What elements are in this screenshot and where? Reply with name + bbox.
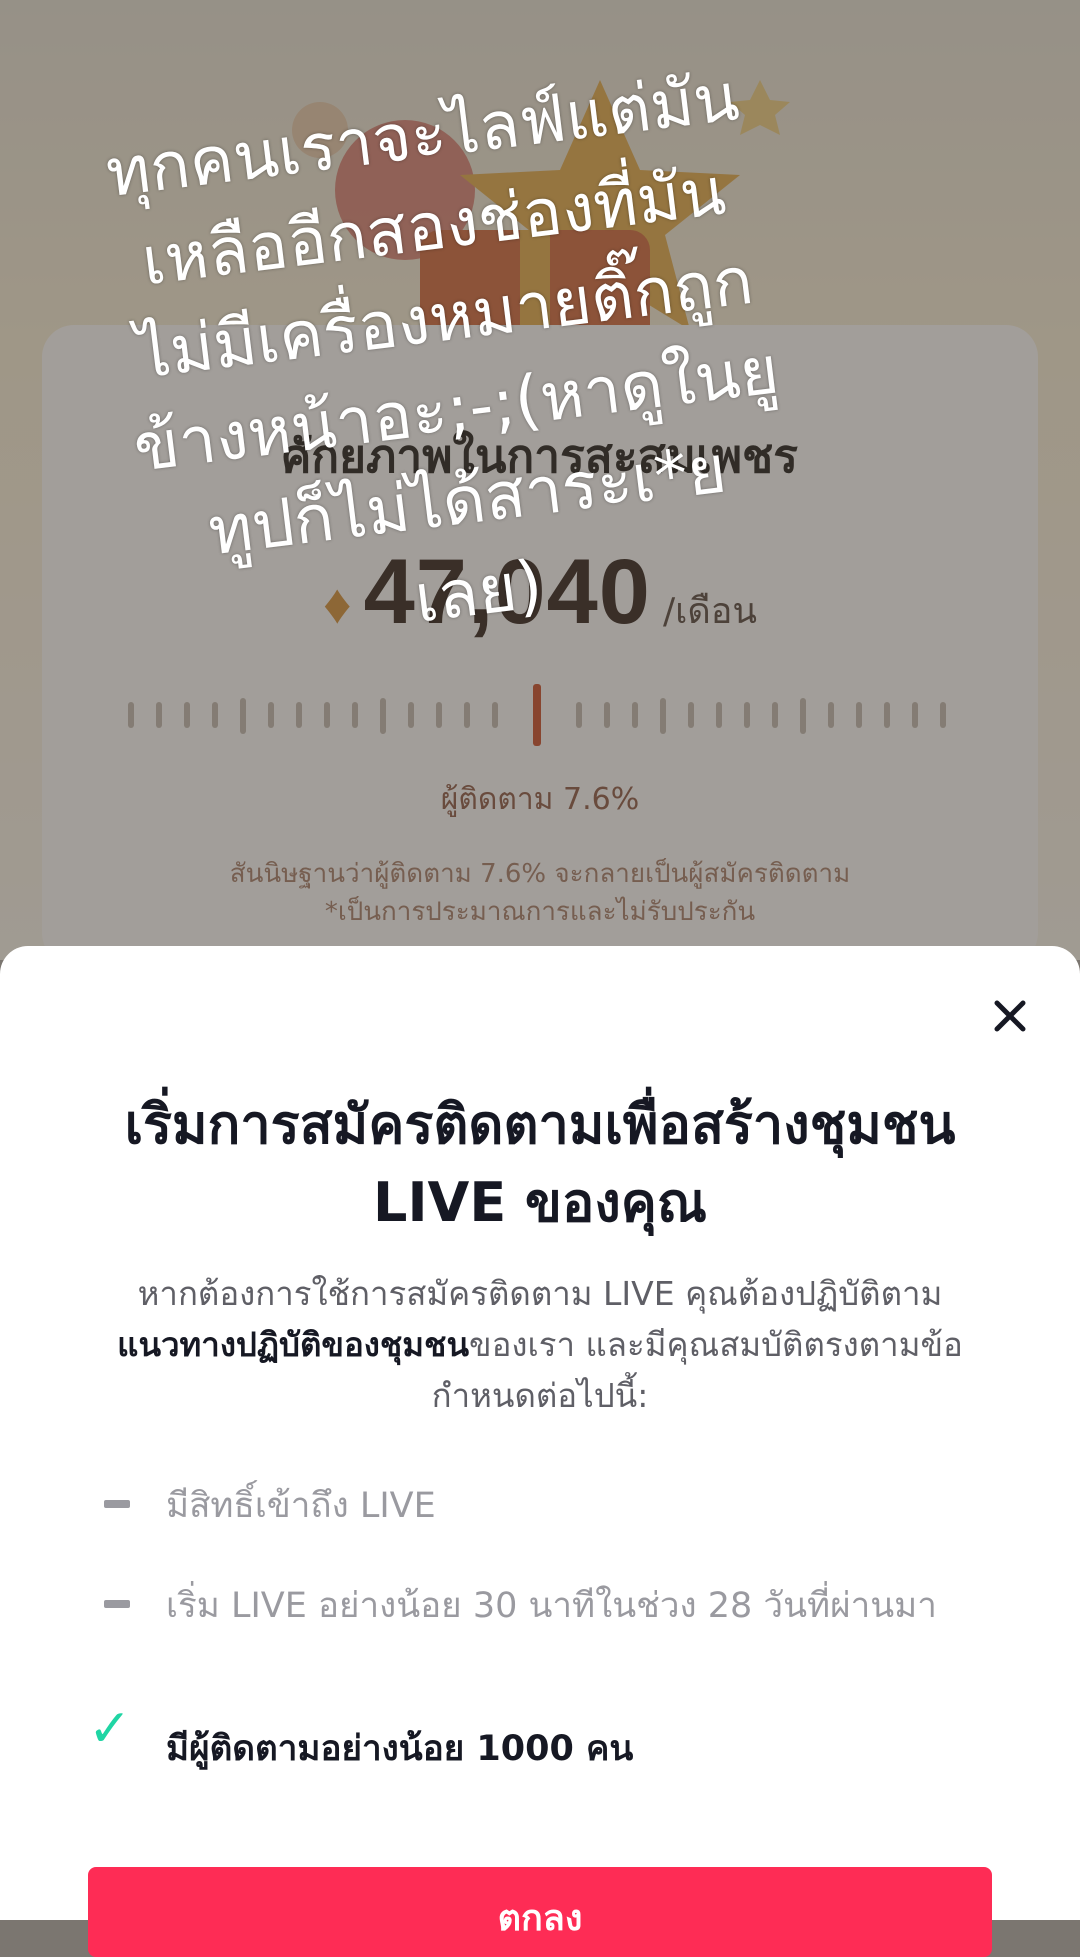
close-icon (994, 1000, 1026, 1032)
requirement-text: มีผู้ติดตามอย่างน้อย 1000 คน (166, 1729, 634, 1769)
unmet-dash-icon (104, 1500, 130, 1508)
check-icon: ✓ (88, 1699, 132, 1759)
unmet-dash-icon (104, 1600, 130, 1608)
requirement-item: เริ่ม LIVE อย่างน้อย 30 นาทีในช่วง 28 วั… (88, 1580, 988, 1632)
requirement-text: มีสิทธิ์เข้าถึง LIVE (166, 1486, 436, 1526)
description-text: ของเรา และมีคุณสมบัติตรงตามข้อกำหนดต่อไป… (431, 1325, 963, 1415)
community-guidelines-link[interactable]: แนวทางปฏิบัติของชุมชน (117, 1325, 469, 1364)
requirement-text: เริ่ม LIVE อย่างน้อย 30 นาทีในช่วง 28 วั… (166, 1586, 937, 1626)
sheet-title: เริ่มการสมัครติดตามเพื่อสร้างชุมชน LIVE … (124, 1093, 956, 1234)
description-text: หากต้องการใช้การสมัครติดตาม LIVE คุณต้อง… (137, 1274, 943, 1313)
requirement-item: ✓ มีผู้ติดตามอย่างน้อย 1000 คน (88, 1703, 988, 1775)
overlay-caption: ทุกคนเราจะไลฟ์แต่มัน เหลืออีกสองช่องที่ม… (101, 58, 783, 638)
requirement-item: มีสิทธิ์เข้าถึง LIVE (88, 1480, 988, 1532)
confirm-button[interactable]: ตกลง (88, 1867, 992, 1957)
sheet-description: หากต้องการใช้การสมัครติดตาม LIVE คุณต้อง… (80, 1268, 1000, 1421)
close-button[interactable] (982, 988, 1038, 1044)
